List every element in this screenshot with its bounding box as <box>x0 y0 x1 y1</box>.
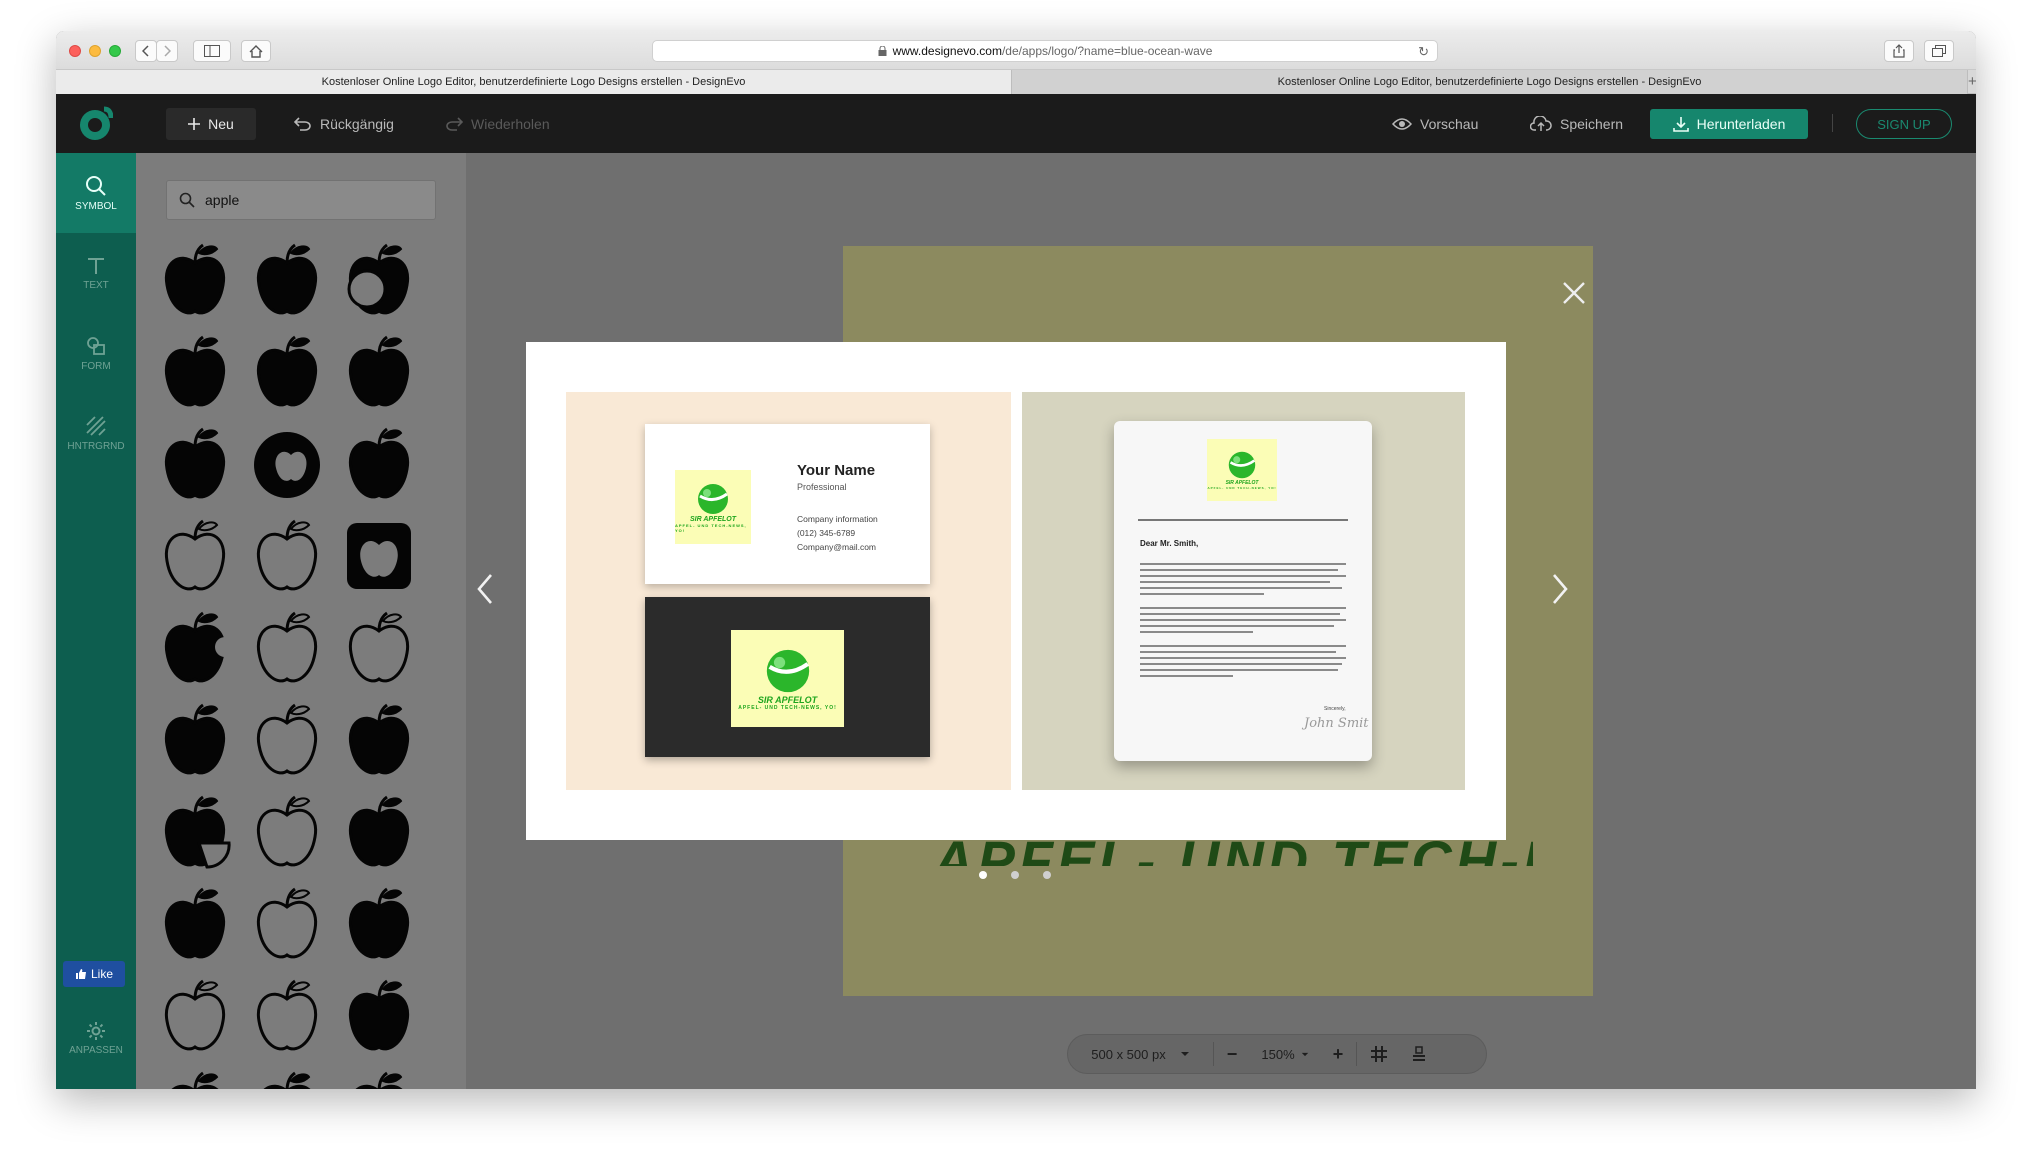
mini-logo-subtitle: APFEL- UND TECH-NEWS, YO! <box>1207 486 1277 490</box>
carousel-dot[interactable] <box>1043 871 1051 879</box>
zoom-level-select[interactable]: 150% <box>1250 1034 1320 1074</box>
address-bar[interactable]: www.designevo.com/de/apps/logo/?name=blu… <box>652 40 1438 62</box>
letter-closing: Sincerely, <box>1324 706 1346 712</box>
tab-bar: Kostenloser Online Logo Editor, benutzer… <box>56 70 1976 94</box>
business-card-front: SIR APFELOT APFEL- UND TECH-NEWS, YO! Yo… <box>645 424 930 584</box>
zoom-in-button[interactable]: + <box>1320 1034 1356 1074</box>
download-button[interactable]: Herunterladen <box>1650 109 1808 139</box>
toolbar-divider <box>1832 114 1833 132</box>
back-button[interactable] <box>135 40 157 62</box>
align-center-button[interactable] <box>1401 1034 1437 1074</box>
share-icon <box>1893 44 1905 58</box>
share-button[interactable] <box>1884 40 1914 62</box>
new-button[interactable]: Neu <box>166 108 256 140</box>
undo-button[interactable]: Rückgängig <box>294 108 394 140</box>
chevron-left-icon[interactable] <box>471 569 501 609</box>
globe-logo-icon <box>1228 451 1256 479</box>
cloud-upload-icon <box>1530 116 1552 131</box>
new-tab-button[interactable]: + <box>1968 70 1976 93</box>
zoom-level-value: 150% <box>1261 1046 1295 1062</box>
caret-down-icon <box>1301 1052 1308 1056</box>
url-domain: www.designevo.com <box>892 44 1002 58</box>
preview-button[interactable]: Vorschau <box>1392 108 1478 140</box>
eye-icon <box>1392 118 1412 130</box>
forward-button[interactable] <box>156 40 178 62</box>
mini-logo-title: SIR APFELOT <box>689 515 737 523</box>
save-label: Speichern <box>1560 116 1624 132</box>
business-card-mockup: SIR APFELOT APFEL- UND TECH-NEWS, YO! Yo… <box>566 392 1011 790</box>
card-profession: Professional <box>797 482 847 492</box>
canvas-size-select[interactable]: 500 x 500 px <box>1068 1034 1213 1074</box>
home-button[interactable] <box>241 40 271 62</box>
sidebar-toggle-button[interactable] <box>193 40 231 62</box>
mini-logo-subtitle: APFEL- UND TECH-NEWS, YO! <box>738 704 837 711</box>
chevron-left-icon <box>142 45 149 57</box>
preview-label: Vorschau <box>1420 116 1479 132</box>
business-card-back: SIR APFELOT APFEL- UND TECH-NEWS, YO! <box>645 597 930 757</box>
chevron-right-icon[interactable] <box>1544 569 1574 609</box>
tabs-icon <box>1932 45 1946 57</box>
align-icon <box>1413 1046 1425 1061</box>
letterhead-mockup: SIR APFELOT APFEL- UND TECH-NEWS, YO! De… <box>1022 392 1465 790</box>
save-button[interactable]: Speichern <box>1530 108 1623 140</box>
reload-icon[interactable]: ↻ <box>1418 44 1429 60</box>
browser-tab-inactive[interactable]: Kostenloser Online Logo Editor, benutzer… <box>1012 70 1968 94</box>
undo-label: Rückgängig <box>320 116 394 132</box>
zoom-out-button[interactable]: − <box>1214 1034 1250 1074</box>
letterhead-divider <box>1138 519 1348 521</box>
mini-logo: SIR APFELOT APFEL- UND TECH-NEWS, YO! <box>675 470 751 544</box>
redo-icon <box>446 117 463 131</box>
carousel-dot[interactable] <box>979 871 987 879</box>
canvas-size-value: 500 x 500 px <box>1091 1046 1166 1062</box>
browser-window: www.designevo.com/de/apps/logo/?name=blu… <box>56 31 1976 1089</box>
designevo-logo-icon[interactable] <box>77 106 113 142</box>
card-phone: (012) 345-6789 <box>797 528 856 538</box>
card-company-info: Company information <box>797 514 878 524</box>
mini-logo: SIR APFELOT APFEL- UND TECH-NEWS, YO! <box>1207 439 1277 501</box>
mini-logo-title: SIR APFELOT <box>757 694 818 705</box>
card-email: Company@mail.com <box>797 542 877 552</box>
lock-icon <box>878 46 887 56</box>
carousel-dot[interactable] <box>1011 871 1019 879</box>
close-icon[interactable] <box>1559 278 1589 308</box>
mini-logo-subtitle: APFEL- UND TECH-NEWS, YO! <box>675 522 747 533</box>
globe-logo-icon <box>698 483 728 514</box>
redo-button[interactable]: Wiederholen <box>445 108 550 140</box>
globe-logo-icon <box>766 649 809 692</box>
letter-paragraph <box>1140 607 1346 637</box>
mockup-preview-modal: SIR APFELOT APFEL- UND TECH-NEWS, YO! Yo… <box>526 342 1506 840</box>
tab-title: Kostenloser Online Logo Editor, benutzer… <box>1277 76 1702 88</box>
grid-toggle-button[interactable] <box>1357 1034 1401 1074</box>
letter-signature: John Smit <box>1304 716 1369 731</box>
undo-icon <box>294 117 311 131</box>
redo-label: Wiederholen <box>471 116 550 132</box>
letter-greeting: Dear Mr. Smith, <box>1140 539 1199 548</box>
sign-up-button[interactable]: SIGN UP <box>1856 109 1952 139</box>
tabs-overview-button[interactable] <box>1924 40 1954 62</box>
download-icon <box>1672 117 1689 132</box>
card-name: Your Name <box>797 462 876 479</box>
chevron-right-icon <box>164 45 171 57</box>
letterhead-paper: SIR APFELOT APFEL- UND TECH-NEWS, YO! De… <box>1114 421 1372 761</box>
sidebar-icon <box>204 45 220 57</box>
zoom-window-button[interactable] <box>109 45 121 57</box>
url-path: /de/apps/logo/?name=blue-ocean-wave <box>1001 44 1213 58</box>
home-icon <box>249 44 263 58</box>
download-label: Herunterladen <box>1696 116 1786 132</box>
plus-icon <box>188 118 201 130</box>
canvas-zoom-bar: 500 x 500 px − 150% + <box>1067 1034 1487 1074</box>
tab-title: Kostenloser Online Logo Editor, benutzer… <box>321 76 746 88</box>
letter-paragraph <box>1140 645 1346 681</box>
browser-titlebar: www.designevo.com/de/apps/logo/?name=blu… <box>56 31 1976 70</box>
grid-icon <box>1371 1046 1387 1062</box>
caret-down-icon <box>1180 1052 1189 1056</box>
minimize-window-button[interactable] <box>89 45 101 57</box>
letter-paragraph <box>1140 563 1346 599</box>
editor-toolbar: Neu Rückgängig Wiederholen Vorschau Spei… <box>56 94 1976 153</box>
browser-tab-active[interactable]: Kostenloser Online Logo Editor, benutzer… <box>56 70 1012 94</box>
mini-logo: SIR APFELOT APFEL- UND TECH-NEWS, YO! <box>731 630 844 727</box>
close-window-button[interactable] <box>69 45 81 57</box>
new-label: Neu <box>208 116 234 132</box>
